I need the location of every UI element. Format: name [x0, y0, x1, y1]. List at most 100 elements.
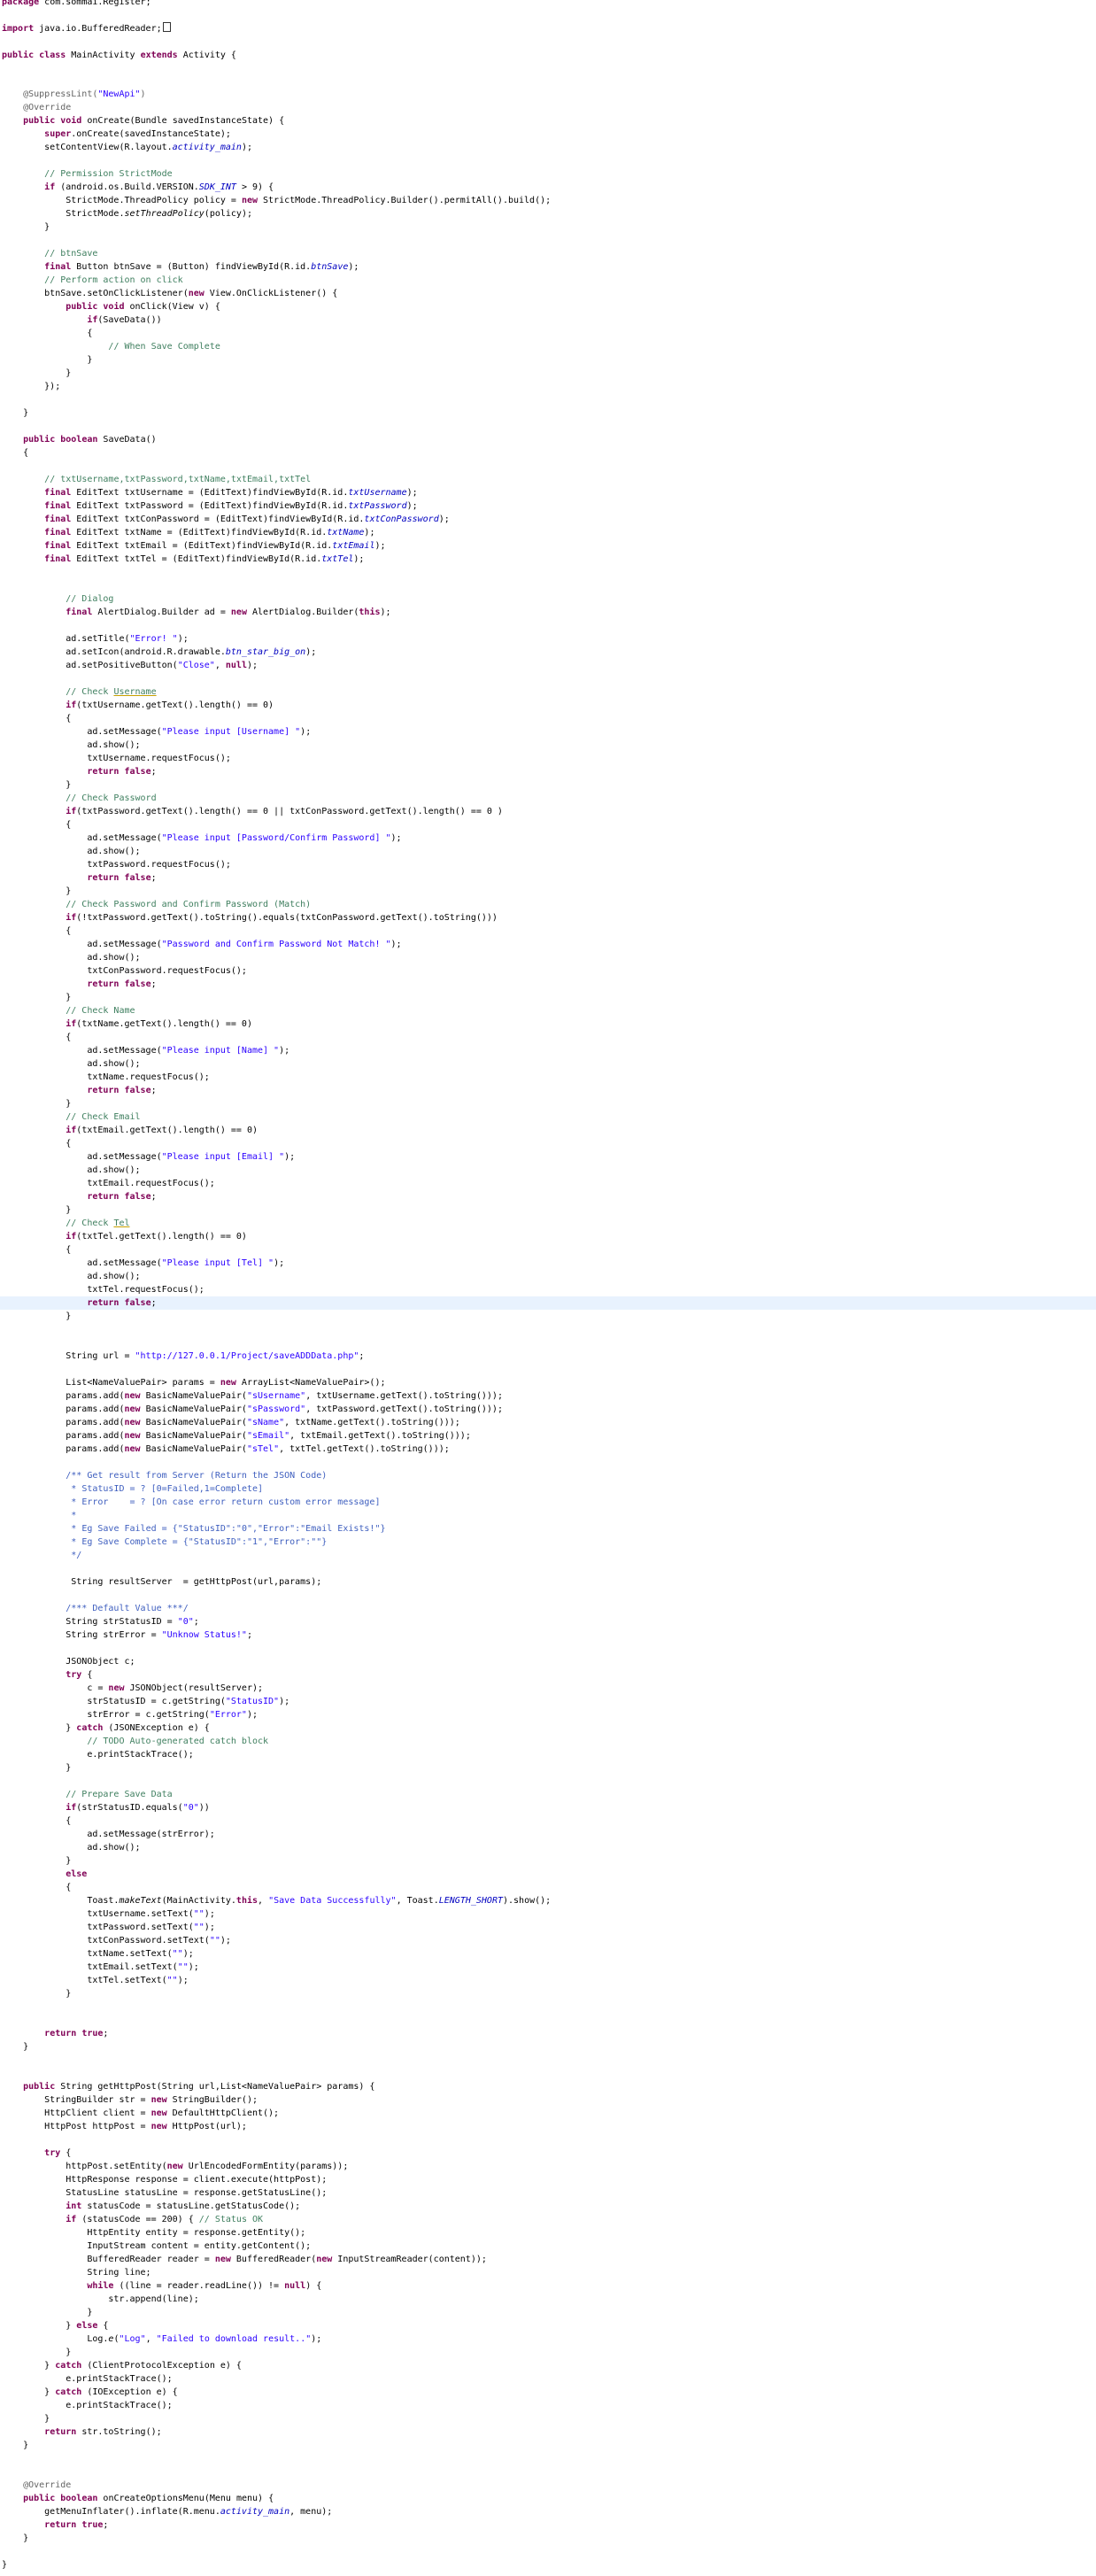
code-line[interactable]: JSONObject c;: [2, 1655, 1092, 1668]
code-line[interactable]: return false;: [2, 1084, 1092, 1097]
code-line[interactable]: }: [2, 778, 1092, 792]
code-line[interactable]: return true;: [2, 2518, 1092, 2532]
code-line[interactable]: {: [2, 327, 1092, 340]
code-line[interactable]: HttpPost httpPost = new HttpPost(url);: [2, 2120, 1092, 2133]
code-line[interactable]: // TODO Auto-generated catch block: [2, 1735, 1092, 1748]
code-line[interactable]: if(txtUsername.getText().length() == 0): [2, 699, 1092, 712]
code-line[interactable]: }: [2, 1203, 1092, 1217]
code-line[interactable]: else: [2, 1868, 1092, 1881]
code-line[interactable]: ad.show();: [2, 951, 1092, 964]
code-line[interactable]: txtPassword.setText("");: [2, 1921, 1092, 1934]
code-line[interactable]: * Eg Save Complete = {"StatusID":"1","Er…: [2, 1536, 1092, 1549]
code-line[interactable]: {: [2, 1814, 1092, 1828]
code-line[interactable]: } catch (JSONException e) {: [2, 1721, 1092, 1735]
code-line[interactable]: public void onClick(View v) {: [2, 300, 1092, 313]
code-line[interactable]: txtTel.setText("");: [2, 1974, 1092, 1987]
code-line[interactable]: ad.setMessage(strError);: [2, 1828, 1092, 1841]
code-line[interactable]: Log.e("Log", "Failed to download result.…: [2, 2332, 1092, 2346]
code-line[interactable]: }: [2, 1761, 1092, 1775]
code-line[interactable]: txtUsername.requestFocus();: [2, 752, 1092, 765]
code-line[interactable]: public boolean SaveData(): [2, 433, 1092, 446]
code-line[interactable]: btnSave.setOnClickListener(new View.OnCl…: [2, 287, 1092, 300]
code-line[interactable]: {: [2, 818, 1092, 832]
code-line[interactable]: txtName.setText("");: [2, 1947, 1092, 1961]
code-line[interactable]: txtEmail.setText("");: [2, 1961, 1092, 1974]
code-line[interactable]: StringBuilder str = new StringBuilder();: [2, 2093, 1092, 2107]
code-line[interactable]: }: [2, 2040, 1092, 2054]
code-line[interactable]: InputStream content = entity.getContent(…: [2, 2239, 1092, 2253]
code-line[interactable]: }: [2, 406, 1092, 420]
code-line[interactable]: }: [2, 2558, 1092, 2572]
code-line[interactable]: }: [2, 2346, 1092, 2359]
code-line[interactable]: public void onCreate(Bundle savedInstanc…: [2, 114, 1092, 128]
code-line[interactable]: final AlertDialog.Builder ad = new Alert…: [2, 606, 1092, 619]
code-line[interactable]: }: [2, 885, 1092, 898]
code-line[interactable]: params.add(new BasicNameValuePair("sName…: [2, 1416, 1092, 1429]
code-line[interactable]: {: [2, 1031, 1092, 1044]
code-line[interactable]: str.append(line);: [2, 2293, 1092, 2306]
code-line[interactable]: */: [2, 1549, 1092, 1562]
code-line[interactable]: ad.setTitle("Error! ");: [2, 632, 1092, 646]
code-line[interactable]: ad.setMessage("Please input [Password/Co…: [2, 832, 1092, 845]
code-line[interactable]: txtName.requestFocus();: [2, 1071, 1092, 1084]
code-line[interactable]: @Override: [2, 101, 1092, 114]
code-line[interactable]: /*** Default Value ***/: [2, 1602, 1092, 1615]
code-line[interactable]: if(SaveData()): [2, 313, 1092, 327]
code-line[interactable]: public String getHttpPost(String url,Lis…: [2, 2080, 1092, 2093]
code-line[interactable]: }: [2, 2532, 1092, 2545]
code-line[interactable]: while ((line = reader.readLine()) != nul…: [2, 2279, 1092, 2293]
code-line[interactable]: String strError = "Unknow Status!";: [2, 1628, 1092, 1642]
code-line[interactable]: /** Get result from Server (Return the J…: [2, 1469, 1092, 1482]
code-line[interactable]: StrictMode.ThreadPolicy policy = new Str…: [2, 194, 1092, 207]
code-line[interactable]: } catch (IOException e) {: [2, 2386, 1092, 2399]
code-line[interactable]: {: [2, 1137, 1092, 1150]
code-line[interactable]: return false;: [2, 765, 1092, 778]
code-line[interactable]: e.printStackTrace();: [2, 1748, 1092, 1761]
current-line[interactable]: return false;: [0, 1296, 1096, 1310]
code-line[interactable]: public class MainActivity extends Activi…: [2, 49, 1092, 62]
code-line[interactable]: final EditText txtName = (EditText)findV…: [2, 526, 1092, 539]
code-line[interactable]: // Check Name: [2, 1004, 1092, 1017]
code-line[interactable]: e.printStackTrace();: [2, 2399, 1092, 2412]
code-line[interactable]: ad.setMessage("Please input [Email] ");: [2, 1150, 1092, 1164]
code-line[interactable]: if(strStatusID.equals("0")): [2, 1801, 1092, 1814]
code-line[interactable]: String line;: [2, 2266, 1092, 2279]
code-line[interactable]: return false;: [2, 871, 1092, 885]
code-line[interactable]: return str.toString();: [2, 2425, 1092, 2439]
code-line[interactable]: * Eg Save Failed = {"StatusID":"0","Erro…: [2, 1522, 1092, 1536]
code-line[interactable]: ad.setPositiveButton("Close", null);: [2, 659, 1092, 672]
code-line[interactable]: }: [2, 1097, 1092, 1110]
code-line[interactable]: // Check Email: [2, 1110, 1092, 1124]
code-line[interactable]: txtEmail.requestFocus();: [2, 1177, 1092, 1190]
code-line[interactable]: ad.show();: [2, 1841, 1092, 1854]
code-line[interactable]: // When Save Complete: [2, 340, 1092, 353]
code-line[interactable]: ad.setMessage("Password and Confirm Pass…: [2, 938, 1092, 951]
code-line[interactable]: * StatusID = ? [0=Failed,1=Complete]: [2, 1482, 1092, 1496]
code-line[interactable]: if (statusCode == 200) { // Status OK: [2, 2213, 1092, 2226]
code-line[interactable]: HttpResponse response = client.execute(h…: [2, 2173, 1092, 2186]
code-line[interactable]: try {: [2, 2147, 1092, 2160]
code-line[interactable]: }: [2, 2439, 1092, 2452]
code-line[interactable]: }: [2, 353, 1092, 367]
code-line[interactable]: });: [2, 380, 1092, 393]
code-line[interactable]: {: [2, 712, 1092, 725]
code-line[interactable]: StatusLine statusLine = response.getStat…: [2, 2186, 1092, 2200]
code-line[interactable]: Toast.makeText(MainActivity.this, "Save …: [2, 1894, 1092, 1907]
code-line[interactable]: ad.show();: [2, 845, 1092, 858]
code-line[interactable]: txtConPassword.setText("");: [2, 1934, 1092, 1947]
code-line[interactable]: } else {: [2, 2319, 1092, 2332]
code-line[interactable]: final EditText txtPassword = (EditText)f…: [2, 499, 1092, 513]
code-line[interactable]: // Check Password: [2, 792, 1092, 805]
code-line[interactable]: // Prepare Save Data: [2, 1788, 1092, 1801]
code-line[interactable]: HttpClient client = new DefaultHttpClien…: [2, 2107, 1092, 2120]
code-line[interactable]: // Permission StrictMode: [2, 167, 1092, 181]
code-line[interactable]: params.add(new BasicNameValuePair("sEmai…: [2, 1429, 1092, 1443]
code-line[interactable]: txtConPassword.requestFocus();: [2, 964, 1092, 978]
code-line[interactable]: } catch (ClientProtocolException e) {: [2, 2359, 1092, 2372]
code-line[interactable]: }: [2, 991, 1092, 1004]
code-line[interactable]: if (android.os.Build.VERSION.SDK_INT > 9…: [2, 181, 1092, 194]
code-line[interactable]: return false;: [2, 978, 1092, 991]
code-line[interactable]: ad.setMessage("Please input [Username] "…: [2, 725, 1092, 739]
code-line[interactable]: final EditText txtTel = (EditText)findVi…: [2, 553, 1092, 566]
code-line[interactable]: int statusCode = statusLine.getStatusCod…: [2, 2200, 1092, 2213]
